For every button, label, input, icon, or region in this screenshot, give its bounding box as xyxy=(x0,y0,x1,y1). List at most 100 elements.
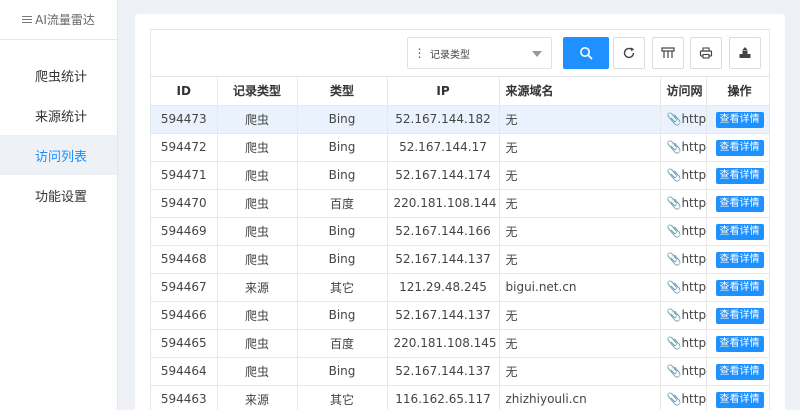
cell-record-type: 爬虫 xyxy=(217,301,298,330)
view-details-button[interactable]: 查看详情 xyxy=(715,139,764,156)
view-details-button[interactable]: 查看详情 xyxy=(715,195,764,212)
cell-ip: 52.167.144.137 xyxy=(387,301,500,330)
cell-source-domain: 无 xyxy=(499,133,661,162)
table-row[interactable]: 594469 爬虫 Bing 52.167.144.166 无 📎http 查看详情 xyxy=(151,217,769,246)
cell-visit-url[interactable]: 📎http xyxy=(660,161,707,190)
view-details-button[interactable]: 查看详情 xyxy=(715,223,764,240)
cell-ip: 220.181.108.144 xyxy=(387,189,500,218)
table-row[interactable]: 594468 爬虫 Bing 52.167.144.137 无 📎http 查看详情 xyxy=(151,245,769,274)
cell-record-type: 爬虫 xyxy=(217,105,298,134)
column-header-record-type[interactable]: 记录类型 xyxy=(217,77,298,106)
cell-id: 594472 xyxy=(151,133,218,162)
cell-record-type: 爬虫 xyxy=(217,357,298,386)
paperclip-icon: 📎 xyxy=(666,336,682,350)
cell-type: Bing xyxy=(297,357,388,386)
sidebar-item-settings[interactable]: 功能设置 xyxy=(0,175,117,215)
brand[interactable]: AI流量雷达 xyxy=(0,0,117,40)
visit-url-link[interactable]: http xyxy=(681,224,705,238)
cell-visit-url[interactable]: 📎http xyxy=(660,245,707,274)
cell-ip: 52.167.144.174 xyxy=(387,161,500,190)
sidebar: AI流量雷达 爬虫统计 来源统计 访问列表 功能设置 xyxy=(0,0,118,410)
view-details-button[interactable]: 查看详情 xyxy=(715,111,764,128)
view-details-button[interactable]: 查看详情 xyxy=(715,391,764,408)
view-details-button[interactable]: 查看详情 xyxy=(715,363,764,380)
table-row[interactable]: 594470 爬虫 百度 220.181.108.144 无 📎http 查看详情 xyxy=(151,189,769,218)
cell-visit-url[interactable]: 📎http xyxy=(660,105,707,134)
hamburger-menu-icon xyxy=(22,14,33,25)
cell-actions: 查看详情 xyxy=(706,105,769,134)
cell-visit-url[interactable]: 📎http xyxy=(660,189,707,218)
table-row[interactable]: 594465 爬虫 百度 220.181.108.145 无 📎http 查看详情 xyxy=(151,329,769,358)
cell-visit-url[interactable]: 📎http xyxy=(660,217,707,246)
view-details-button[interactable]: 查看详情 xyxy=(715,167,764,184)
visit-url-link[interactable]: http xyxy=(681,196,705,210)
cell-visit-url[interactable]: 📎http xyxy=(660,329,707,358)
main-card: ⋮ 记录类型 ID 记录类型 类型 IP 来源域名 访问网 操作 594473 … xyxy=(135,14,785,410)
visit-url-link[interactable]: http xyxy=(681,168,705,182)
column-header-visit-url[interactable]: 访问网 xyxy=(660,77,707,106)
visit-url-link[interactable]: http xyxy=(681,140,705,154)
sidebar-item-source-stats[interactable]: 来源统计 xyxy=(0,95,117,135)
visit-url-link[interactable]: http xyxy=(681,252,705,266)
table-row[interactable]: 594466 爬虫 Bing 52.167.144.137 无 📎http 查看详情 xyxy=(151,301,769,330)
sidebar-item-label: 来源统计 xyxy=(35,109,88,125)
column-header-id[interactable]: ID xyxy=(151,77,218,106)
table-row[interactable]: 594471 爬虫 Bing 52.167.144.174 无 📎http 查看详情 xyxy=(151,161,769,190)
view-details-button[interactable]: 查看详情 xyxy=(715,279,764,296)
sidebar-item-visit-list[interactable]: 访问列表 xyxy=(0,135,117,175)
table-header-row: ID 记录类型 类型 IP 来源域名 访问网 操作 xyxy=(151,77,769,106)
table-row[interactable]: 594472 爬虫 Bing 52.167.144.17 无 📎http 查看详情 xyxy=(151,133,769,162)
cell-actions: 查看详情 xyxy=(706,273,769,302)
refresh-icon xyxy=(623,47,635,59)
column-header-source-domain[interactable]: 来源域名 xyxy=(499,77,661,106)
search-button[interactable] xyxy=(563,37,609,69)
column-header-ip[interactable]: IP xyxy=(387,77,500,106)
paperclip-icon: 📎 xyxy=(666,308,682,322)
cell-visit-url[interactable]: 📎http xyxy=(660,385,707,410)
cell-type: Bing xyxy=(297,245,388,274)
table-row[interactable]: 594463 来源 其它 116.162.65.117 zhizhiyouli.cn 📎h… xyxy=(151,385,769,410)
cell-ip: 52.167.144.17 xyxy=(387,133,500,162)
cell-id: 594473 xyxy=(151,105,218,134)
visit-url-link[interactable]: http xyxy=(681,364,705,378)
view-details-button[interactable]: 查看详情 xyxy=(715,335,764,352)
cell-visit-url[interactable]: 📎http xyxy=(660,357,707,386)
table-row[interactable]: 594473 爬虫 Bing 52.167.144.182 无 📎http 查看详情 xyxy=(151,105,769,134)
export-button[interactable] xyxy=(729,37,761,69)
sidebar-item-crawler-stats[interactable]: 爬虫统计 xyxy=(0,55,117,95)
toolbar: ⋮ 记录类型 xyxy=(151,30,769,77)
kebab-icon: ⋮ xyxy=(413,46,426,60)
cell-type: 其它 xyxy=(297,385,388,410)
table-panel: ⋮ 记录类型 ID 记录类型 类型 IP 来源域名 访问网 操作 594473 … xyxy=(150,29,770,410)
visit-url-link[interactable]: http xyxy=(681,336,705,350)
visit-url-link[interactable]: http xyxy=(681,112,705,126)
table-row[interactable]: 594464 爬虫 Bing 52.167.144.137 无 📎http 查看详情 xyxy=(151,357,769,386)
cell-type: Bing xyxy=(297,301,388,330)
columns-button[interactable] xyxy=(652,37,684,69)
cell-actions: 查看详情 xyxy=(706,385,769,410)
view-details-button[interactable]: 查看详情 xyxy=(715,251,764,268)
table-row[interactable]: 594467 来源 其它 121.29.48.245 bigui.net.cn 📎http… xyxy=(151,273,769,302)
refresh-button[interactable] xyxy=(613,37,645,69)
record-type-select[interactable]: ⋮ 记录类型 xyxy=(407,37,552,69)
visit-table: ID 记录类型 类型 IP 来源域名 访问网 操作 594473 爬虫 Bing 52… xyxy=(151,77,769,410)
cell-id: 594468 xyxy=(151,245,218,274)
cell-visit-url[interactable]: 📎http xyxy=(660,273,707,302)
visit-url-link[interactable]: http xyxy=(681,392,705,406)
cell-visit-url[interactable]: 📎http xyxy=(660,133,707,162)
cell-source-domain: 无 xyxy=(499,161,661,190)
cell-source-domain: 无 xyxy=(499,329,661,358)
print-button[interactable] xyxy=(690,37,722,69)
cell-id: 594471 xyxy=(151,161,218,190)
column-header-type[interactable]: 类型 xyxy=(297,77,388,106)
cell-record-type: 爬虫 xyxy=(217,161,298,190)
visit-url-link[interactable]: http xyxy=(681,308,705,322)
brand-title: AI流量雷达 xyxy=(35,13,95,27)
cell-source-domain: 无 xyxy=(499,217,661,246)
view-details-button[interactable]: 查看详情 xyxy=(715,307,764,324)
cell-visit-url[interactable]: 📎http xyxy=(660,301,707,330)
visit-url-link[interactable]: http xyxy=(681,280,705,294)
cell-actions: 查看详情 xyxy=(706,161,769,190)
cell-id: 594469 xyxy=(151,217,218,246)
cell-type: 百度 xyxy=(297,329,388,358)
